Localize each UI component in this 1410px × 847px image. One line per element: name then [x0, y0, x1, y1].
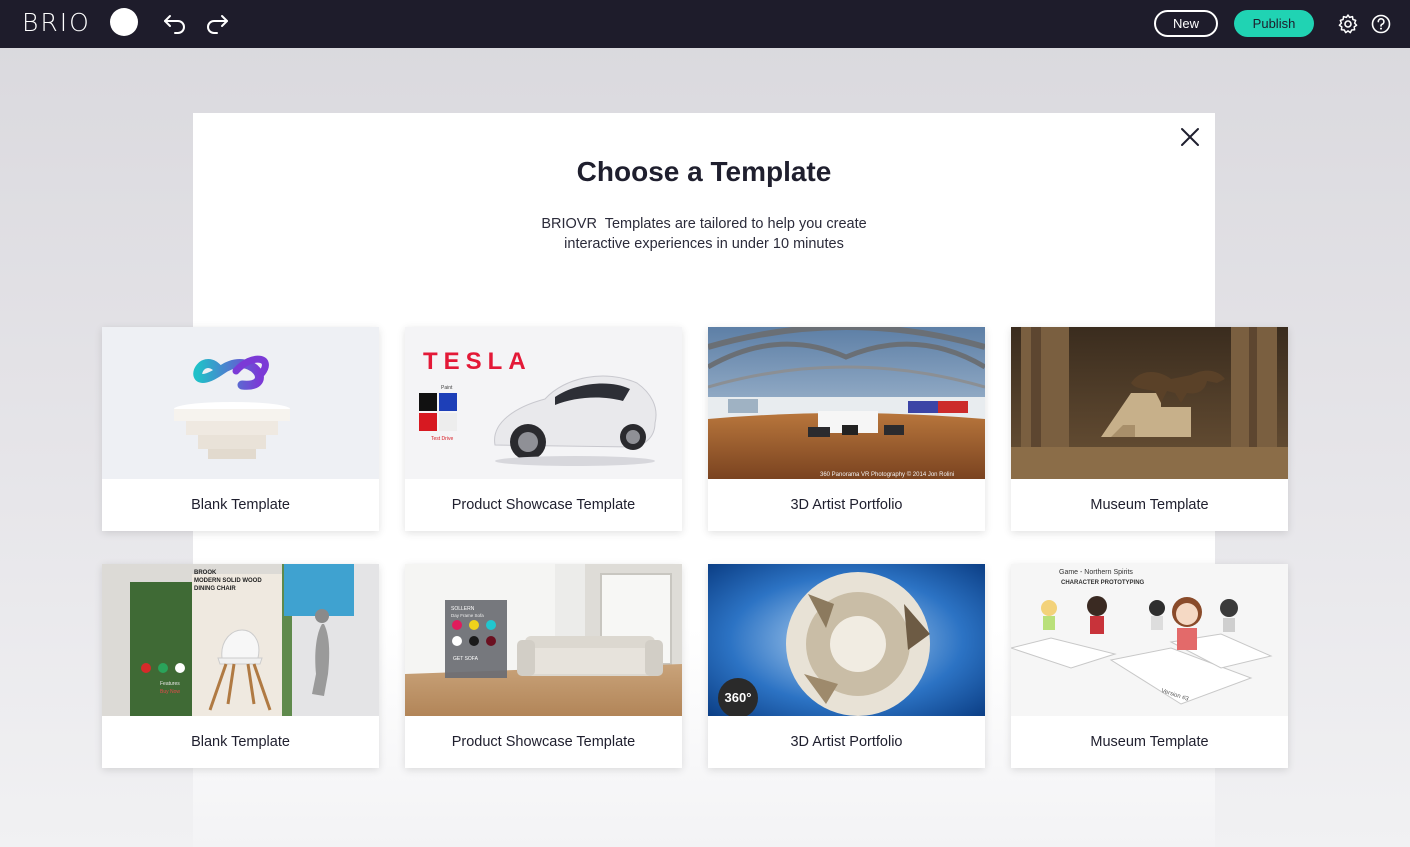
template-card-label: Product Showcase Template [451, 497, 636, 513]
features-text: Features [160, 681, 180, 687]
template-thumbnail [102, 327, 379, 479]
template-card-3d-artist-portfolio-360[interactable]: 360° 3D Artist Portfolio [708, 564, 985, 768]
modal-title: Choose a Template [576, 156, 832, 187]
new-button[interactable]: New [1154, 10, 1218, 37]
tiny-planet-360-icon: 360° [708, 564, 985, 716]
template-card-museum[interactable]: Museum Template [1011, 327, 1288, 531]
template-card-product-showcase[interactable]: TESLA Paint Test Drive Product Showcase … [405, 327, 682, 531]
sofa-room-icon: SOLLERN Day Frame Sofa GET SOFA [405, 564, 682, 716]
template-card-museum-characters[interactable]: Game - Northern Spirits CHARACTER PROTOT… [1011, 564, 1288, 768]
character-prototyping-text: CHARACTER PROTOTYPING [1061, 580, 1145, 586]
dinosaur-exhibit-icon [1011, 327, 1288, 479]
template-thumbnail [1011, 327, 1288, 479]
subtitle-line-2: interactive experiences in under 10 minu… [564, 236, 844, 252]
character-prototyping-icon: Game - Northern Spirits CHARACTER PROTOT… [1011, 564, 1288, 716]
tesla-brand-text: TESLA [423, 348, 532, 375]
chair-heading-3: DINING CHAIR [194, 586, 236, 592]
chair-heading-2: MODERN SOLID WOOD [194, 578, 262, 584]
brio-logo[interactable]: BRIO [22, 8, 91, 37]
help-icon[interactable] [1370, 13, 1392, 35]
undo-icon[interactable] [162, 10, 188, 36]
game-title-text: Game - Northern Spirits [1059, 569, 1133, 576]
badge-360-text: 360° [725, 690, 752, 705]
redo-icon[interactable] [204, 10, 230, 36]
template-thumbnail: SOLLERN Day Frame Sofa GET SOFA [405, 564, 682, 716]
template-card-blank[interactable]: Blank Template [102, 327, 379, 531]
template-card-3d-artist-portfolio[interactable]: 360 Panorama VR Photography © 2014 Jon R… [708, 327, 985, 531]
template-card-label: Blank Template [191, 497, 290, 513]
top-bar: BRIO New Publish [0, 0, 1410, 48]
subtitle-line-1: BRIOVR Templates are tailored to help yo… [541, 216, 867, 232]
template-card-label: Blank Template [191, 734, 290, 750]
test-drive-text: Test Drive [431, 436, 453, 442]
template-card-label: Museum Template [1090, 497, 1209, 513]
template-card-product-showcase-sofa[interactable]: SOLLERN Day Frame Sofa GET SOFA Product … [405, 564, 682, 768]
buy-now-text: Buy Now [160, 689, 180, 695]
settings-gear-icon[interactable] [1337, 13, 1359, 35]
paint-text: Paint [441, 385, 453, 391]
template-thumbnail: Game - Northern Spirits CHARACTER PROTOT… [1011, 564, 1288, 716]
logo-dot-icon [110, 8, 138, 36]
close-icon[interactable] [1178, 125, 1202, 149]
sofa-desc-text: Day Frame Sofa [451, 613, 484, 618]
panorama-office-icon: 360 Panorama VR Photography © 2014 Jon R… [708, 327, 985, 479]
modal-subtitle: BRIOVR Templates are tailored to help yo… [193, 214, 1215, 254]
infinity-logo-pedestal-icon [102, 327, 379, 479]
panorama-caption-text: 360 Panorama VR Photography © 2014 Jon R… [820, 471, 954, 478]
template-card-label: Museum Template [1090, 734, 1209, 750]
template-thumbnail: BROOK MODERN SOLID WOOD DINING CHAIR Fea… [102, 564, 379, 716]
template-card-label: 3D Artist Portfolio [790, 734, 903, 750]
template-card-label: 3D Artist Portfolio [790, 497, 903, 513]
template-thumbnail: 360° [708, 564, 985, 716]
chair-gallery-icon: BROOK MODERN SOLID WOOD DINING CHAIR Fea… [102, 564, 379, 716]
template-card-label: Product Showcase Template [451, 734, 636, 750]
sofa-name-text: SOLLERN [451, 606, 475, 612]
chair-heading-1: BROOK [194, 570, 217, 576]
get-sofa-text: GET SOFA [453, 656, 479, 662]
template-thumbnail: TESLA Paint Test Drive [405, 327, 682, 479]
car-showcase-icon: TESLA Paint Test Drive [405, 327, 682, 479]
template-card-blank-chair[interactable]: BROOK MODERN SOLID WOOD DINING CHAIR Fea… [102, 564, 379, 768]
template-thumbnail: 360 Panorama VR Photography © 2014 Jon R… [708, 327, 985, 479]
publish-button[interactable]: Publish [1234, 10, 1314, 37]
